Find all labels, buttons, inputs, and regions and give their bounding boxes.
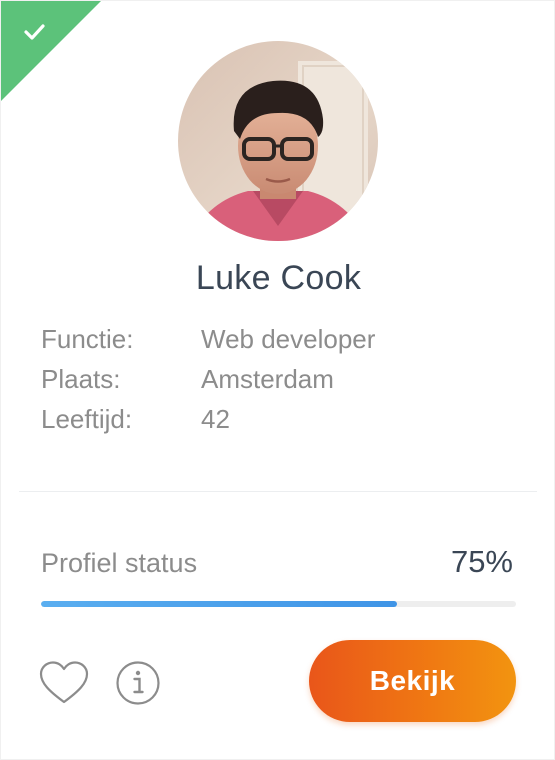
profile-progress-fill [41,601,398,607]
detail-row-plaats: Plaats: Amsterdam [41,362,441,396]
divider [19,491,537,492]
detail-row-leeftijd: Leeftijd: 42 [41,402,441,436]
info-icon[interactable] [115,660,161,706]
profile-card: Luke Cook Functie: Web developer Plaats:… [0,0,555,760]
avatar [178,41,378,241]
view-profile-button[interactable]: Bekijk [309,640,516,722]
profile-status-percent: 75% [450,544,513,579]
detail-value: Web developer [201,324,376,354]
detail-row-functie: Functie: Web developer [41,322,441,356]
heart-icon[interactable] [39,661,89,705]
detail-label: Leeftijd: [41,404,133,434]
detail-label: Plaats: [41,364,121,394]
profile-status-label: Profiel status [41,548,198,578]
detail-value: 42 [201,404,230,434]
detail-label: Functie: [41,324,134,354]
checkmark-icon [24,24,45,40]
detail-value: Amsterdam [201,364,334,394]
verified-ribbon [1,1,101,101]
profile-progress-bar [41,601,516,607]
profile-name: Luke Cook [195,259,362,297]
